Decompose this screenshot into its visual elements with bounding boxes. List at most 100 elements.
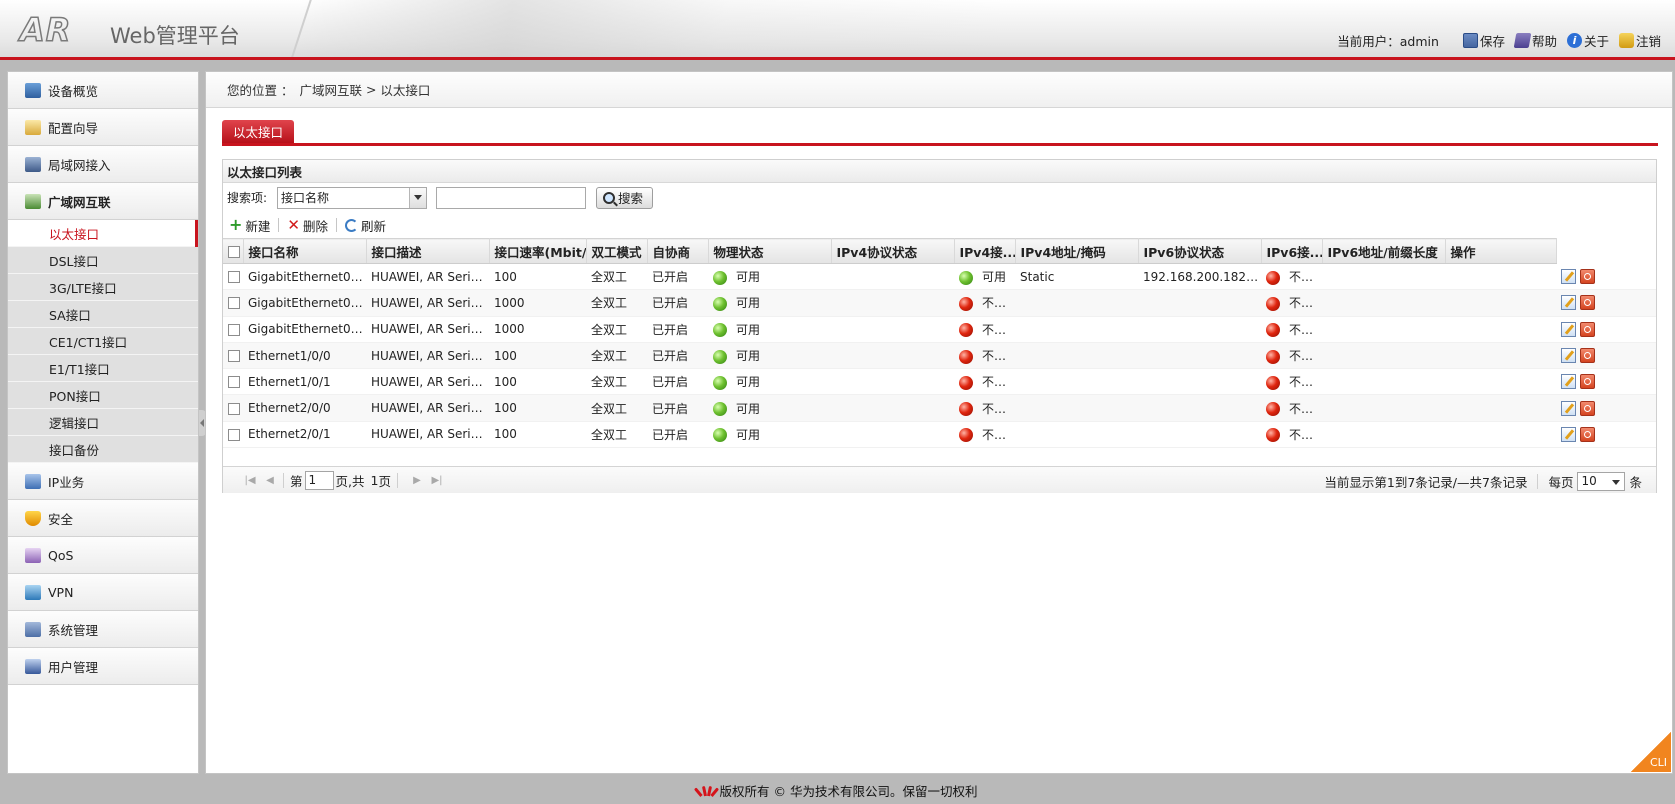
shutdown-icon[interactable] (1580, 348, 1595, 364)
page-suffix: 页,共 (335, 473, 365, 489)
submenu-item-backup[interactable]: 接口备份 (8, 436, 198, 463)
shutdown-icon[interactable] (1580, 374, 1595, 390)
logout-button[interactable]: 注销 (1618, 31, 1661, 50)
prev-page-icon[interactable]: ◀ (263, 473, 277, 487)
page-number-input[interactable]: 1 (304, 470, 334, 490)
sidebar-item-lan-access[interactable]: 局域网接入 (8, 146, 198, 183)
row-checkbox[interactable] (228, 428, 240, 441)
about-button[interactable]: i 关于 (1566, 31, 1609, 50)
table-row[interactable]: Ethernet2/0/1 HUAWEI, AR Series, ... 100 全双… (223, 421, 1656, 449)
save-button[interactable]: 保存 (1462, 31, 1505, 50)
total-pages: 1 (370, 472, 379, 488)
search-input[interactable] (436, 186, 587, 209)
cell-actions (1556, 394, 1656, 422)
shutdown-icon[interactable] (1580, 426, 1595, 442)
row-checkbox[interactable] (228, 376, 240, 389)
row-checkbox[interactable] (228, 402, 240, 415)
sidebar-item-label: IP业务 (48, 474, 85, 490)
row-checkbox[interactable] (228, 323, 240, 336)
row-checkbox[interactable] (228, 271, 240, 284)
edit-icon[interactable] (1561, 348, 1576, 364)
submenu-item-sa[interactable]: SA接口 (8, 301, 198, 328)
submenu-item-3g-lte[interactable]: 3G/LTE接口 (8, 274, 198, 301)
help-icon (1513, 33, 1532, 48)
edit-icon[interactable] (1561, 400, 1576, 416)
row-select-cell[interactable] (223, 421, 243, 449)
status-ok-icon (959, 270, 973, 285)
row-select-cell[interactable] (223, 342, 243, 370)
sidebar-item-config-wizard[interactable]: 配置向导 (8, 109, 198, 146)
table-row[interactable]: Ethernet2/0/0 HUAWEI, AR Series, ... 100 全双… (223, 394, 1656, 422)
col-header[interactable]: 物理状态 (708, 238, 832, 264)
submenu-item-ce1-ct1[interactable]: CE1/CT1接口 (8, 328, 198, 355)
col-header[interactable]: 接口速率(Mbit/s) (489, 238, 587, 264)
row-select-cell[interactable] (223, 394, 243, 422)
cell-actions (1556, 316, 1656, 343)
edit-icon[interactable] (1561, 374, 1576, 390)
sidebar-item-wan[interactable]: 广域网互联 (8, 183, 198, 220)
col-header[interactable]: IPv6接... (1261, 238, 1323, 264)
select-all-checkbox[interactable] (228, 246, 240, 258)
first-page-icon[interactable]: |◀ (243, 473, 257, 487)
col-header[interactable]: 接口描述 (366, 238, 490, 264)
table-row[interactable]: GigabitEthernet0/0/2 HUAWEI, AR Series, .… (223, 316, 1656, 343)
search-field-select[interactable]: 接口名称 (277, 186, 428, 209)
delete-button[interactable]: ✕ 删除 (287, 216, 328, 235)
sidebar-item-device-overview[interactable]: 设备概览 (8, 72, 198, 109)
ipv6-status: 不可用 (1289, 296, 1322, 311)
cli-button[interactable]: CLI (1631, 732, 1671, 772)
col-header[interactable]: IPv6地址/前缀长度 (1322, 238, 1446, 264)
col-header[interactable]: 双工模式 (586, 238, 648, 264)
last-page-icon[interactable]: ▶| (430, 473, 444, 487)
col-header[interactable]: IPv4协议状态 (831, 238, 955, 264)
col-header[interactable]: IPv6协议状态 (1138, 238, 1262, 264)
col-header[interactable]: 接口名称 (243, 238, 367, 264)
col-header[interactable]: IPv4地址/掩码 (1015, 238, 1139, 264)
sidebar-item-vpn[interactable]: VPN (8, 574, 198, 611)
tab-ethernet-interface[interactable]: 以太接口 (222, 120, 295, 143)
submenu-item-dsl[interactable]: DSL接口 (8, 247, 198, 274)
row-select-cell[interactable] (223, 289, 243, 317)
submenu-item-e1-t1[interactable]: E1/T1接口 (8, 355, 198, 382)
submenu-item-logical[interactable]: 逻辑接口 (8, 409, 198, 436)
col-header[interactable]: 自协商 (647, 238, 709, 264)
user-mgmt-icon (25, 659, 41, 674)
edit-icon[interactable] (1561, 268, 1576, 284)
row-checkbox[interactable] (228, 297, 240, 310)
shutdown-icon[interactable] (1580, 400, 1595, 416)
table-row[interactable]: GigabitEthernet0/0/0 HUAWEI, AR Series, .… (223, 263, 1656, 291)
row-select-cell[interactable] (223, 316, 243, 343)
search-button[interactable]: 搜索 (596, 186, 654, 209)
cell-actions (1556, 342, 1656, 370)
row-select-cell[interactable] (223, 368, 243, 396)
row-checkbox[interactable] (228, 350, 240, 363)
submenu-item-ethernet[interactable]: 以太接口 (8, 220, 198, 247)
table-row[interactable]: Ethernet1/0/1 HUAWEI, AR Series, ... 100 全双… (223, 368, 1656, 396)
sidebar-item-system[interactable]: 系统管理 (8, 611, 198, 648)
submenu-item-pon[interactable]: PON接口 (8, 382, 198, 409)
sidebar-item-user-mgmt[interactable]: 用户管理 (8, 648, 198, 685)
table-row[interactable]: GigabitEthernet0/0/1 HUAWEI, AR Series, .… (223, 289, 1656, 317)
sidebar-item-security[interactable]: 安全 (8, 500, 198, 537)
shutdown-icon[interactable] (1580, 268, 1595, 284)
cell-ipv4-status: 可用 (954, 263, 1015, 291)
table-row[interactable]: Ethernet1/0/0 HUAWEI, AR Series, ... 100 全双… (223, 342, 1656, 370)
shutdown-icon[interactable] (1580, 321, 1595, 337)
shutdown-icon[interactable] (1580, 295, 1595, 311)
edit-icon[interactable] (1561, 321, 1576, 337)
per-page-select[interactable]: 10 (1577, 472, 1626, 491)
help-button[interactable]: 帮助 (1513, 31, 1557, 50)
sidebar-item-ip-service[interactable]: IP业务 (8, 463, 198, 500)
row-select-cell[interactable] (223, 263, 243, 291)
edit-icon[interactable] (1561, 295, 1576, 311)
logout-icon (1618, 33, 1634, 48)
edit-icon[interactable] (1561, 426, 1576, 442)
refresh-button[interactable]: 刷新 (345, 216, 386, 235)
interface-duplex: 全双工 (591, 427, 628, 442)
new-button[interactable]: + 新建 (229, 216, 270, 235)
col-header[interactable]: IPv4接... (954, 238, 1016, 264)
next-page-icon[interactable]: ▶ (410, 473, 424, 487)
cell-autoneg: 已开启 (647, 394, 708, 422)
sidebar-item-qos[interactable]: QoS (8, 537, 198, 574)
breadcrumb-wan[interactable]: 广域网互联 (299, 80, 362, 99)
